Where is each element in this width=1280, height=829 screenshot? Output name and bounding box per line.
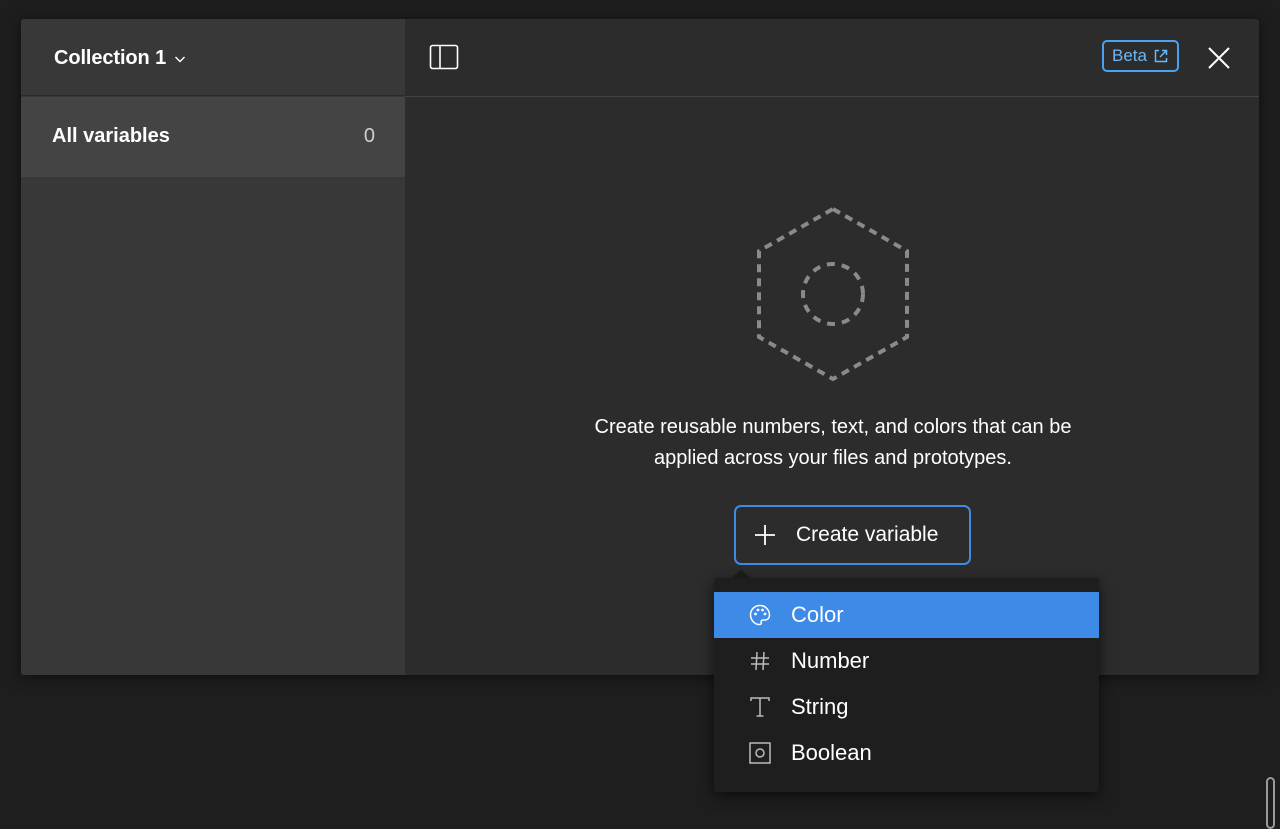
variable-type-menu: Color Number String Boolean	[714, 578, 1099, 792]
create-variable-button[interactable]: Create variable	[734, 505, 971, 565]
main-panel: Beta Create reusable numbers, text, and …	[405, 19, 1259, 675]
close-button[interactable]	[1206, 45, 1232, 71]
external-link-icon	[1154, 49, 1168, 63]
main-header: Beta	[405, 19, 1259, 97]
sidebar: Collection 1 All variables 0	[21, 19, 405, 675]
text-icon	[748, 695, 772, 719]
scrollbar-handle[interactable]	[1266, 777, 1275, 829]
menu-item-number[interactable]: Number	[714, 638, 1099, 684]
hash-icon	[748, 649, 772, 673]
plus-icon	[755, 525, 775, 545]
empty-state-message: Create reusable numbers, text, and color…	[525, 412, 1141, 474]
empty-message-line-1: Create reusable numbers, text, and color…	[594, 416, 1072, 438]
menu-item-label: Boolean	[791, 740, 872, 765]
variables-modal: Collection 1 All variables 0 Beta Create…	[21, 19, 1259, 675]
menu-item-label: String	[791, 694, 849, 719]
palette-icon	[748, 603, 772, 627]
close-icon	[1208, 47, 1230, 69]
toggle-sidebar-button[interactable]	[428, 43, 460, 71]
sidebar-item-all-variables[interactable]: All variables 0	[21, 97, 405, 177]
sidebar-header: Collection 1	[21, 19, 405, 96]
beta-badge[interactable]: Beta	[1102, 40, 1179, 72]
menu-item-label: Number	[791, 648, 870, 673]
create-variable-label: Create variable	[796, 523, 939, 546]
sidebar-item-count: 0	[363, 125, 375, 147]
menu-item-boolean[interactable]: Boolean	[714, 730, 1099, 776]
dropdown-caret	[732, 569, 750, 578]
boolean-icon	[748, 741, 772, 765]
sidebar-item-label: All variables	[52, 125, 170, 147]
empty-message-line-2: applied across your files and prototypes…	[654, 447, 1012, 469]
sidebar-toggle-icon	[429, 44, 459, 70]
menu-item-string[interactable]: String	[714, 684, 1099, 730]
collection-name: Collection 1	[54, 46, 167, 69]
collection-selector[interactable]: Collection 1	[54, 43, 187, 73]
chevron-down-icon	[175, 56, 186, 63]
beta-label: Beta	[1112, 46, 1147, 65]
menu-item-color[interactable]: Color	[714, 592, 1099, 638]
variables-empty-icon	[757, 206, 909, 382]
menu-item-label: Color	[791, 602, 844, 627]
